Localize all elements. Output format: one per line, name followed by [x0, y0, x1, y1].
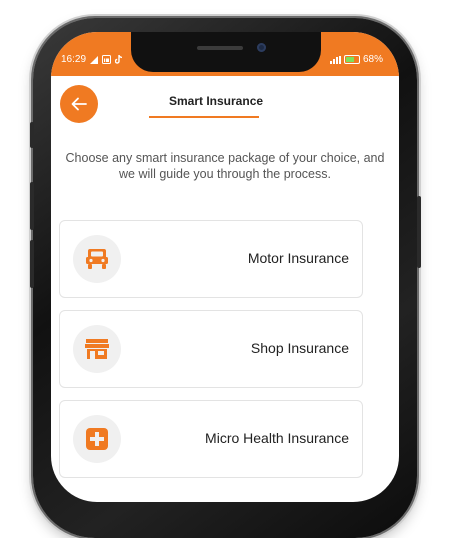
volume-up-button	[30, 182, 34, 230]
card-icon-circle	[73, 325, 121, 373]
shop-insurance-card[interactable]: Shop Insurance	[59, 310, 363, 388]
medical-cross-icon	[86, 428, 108, 450]
card-icon-circle	[73, 235, 121, 283]
app-header: Smart Insurance	[51, 76, 399, 132]
camera-notch	[131, 32, 321, 72]
shop-icon	[85, 339, 109, 359]
signal-icon	[90, 55, 99, 64]
motor-insurance-card[interactable]: Motor Insurance	[59, 220, 363, 298]
linkedin-icon	[102, 55, 112, 64]
status-bar: 16:29 68%	[51, 32, 399, 76]
car-icon	[86, 249, 108, 269]
cell-signal-icon	[329, 55, 341, 64]
battery-percent: 68%	[362, 54, 383, 65]
card-label: Shop Insurance	[250, 340, 349, 356]
phone-screen: 16:29 68% Smart Insurance Choose any sma…	[51, 32, 399, 502]
title-underline	[149, 116, 259, 118]
status-left: 16:29	[61, 54, 123, 65]
card-label: Motor Insurance	[247, 250, 349, 266]
battery-icon	[343, 55, 360, 64]
status-time: 16:29	[61, 54, 87, 65]
card-icon-circle	[73, 415, 121, 463]
volume-down-button	[30, 240, 34, 288]
status-right: 68%	[329, 54, 383, 65]
card-label: Micro Health Insurance	[205, 430, 349, 446]
power-button	[417, 196, 421, 268]
arrow-left-icon	[71, 97, 87, 111]
front-camera-icon	[257, 43, 266, 52]
intro-text: Choose any smart insurance package of yo…	[65, 151, 385, 181]
page-title: Smart Insurance	[169, 94, 264, 108]
mute-switch	[30, 122, 34, 148]
micro-health-insurance-card[interactable]: Micro Health Insurance	[59, 400, 363, 478]
back-button[interactable]	[60, 85, 98, 123]
tiktok-icon	[115, 55, 123, 64]
speaker-grille	[197, 46, 243, 50]
